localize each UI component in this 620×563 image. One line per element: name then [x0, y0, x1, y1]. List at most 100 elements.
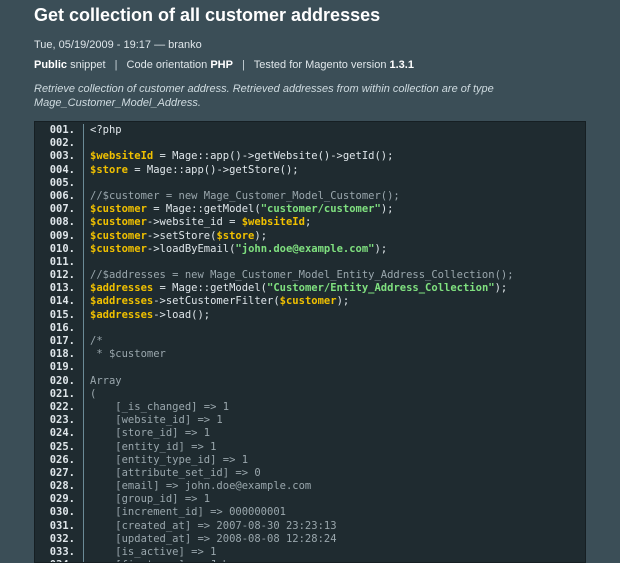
- code-text: $customer->loadByEmail("john.doe@example…: [90, 243, 387, 255]
- line-number: 011.: [35, 255, 84, 270]
- code-text: * $customer: [90, 348, 166, 360]
- code-line: 030. [increment_id] => 000000001: [35, 506, 585, 520]
- line-number: 002.: [35, 137, 84, 151]
- code-text: $customer = Mage::getModel("customer/cus…: [90, 203, 393, 215]
- code-token: = Mage::getModel(: [153, 282, 268, 295]
- line-number: 022.: [35, 400, 84, 415]
- code-token: );: [494, 282, 508, 295]
- code-token: (: [90, 387, 97, 400]
- line-number: 009.: [35, 229, 84, 243]
- code-token: ->setCustomerFilter(: [153, 295, 280, 308]
- code-token: [firstname] => John: [90, 559, 235, 562]
- code-token: ->loadByEmail(: [146, 242, 236, 255]
- code-text: [email] => john.doe@example.com: [90, 480, 311, 492]
- code-token: [created_at] => 2007-08-30 23:23:13: [90, 519, 337, 532]
- code-token: = Mage::getModel(: [146, 203, 261, 216]
- line-number: 004.: [35, 163, 84, 177]
- code-token: $addresses: [90, 308, 154, 321]
- code-token: ->load();: [153, 308, 211, 321]
- line-number: 010.: [35, 242, 84, 256]
- line-number: 015.: [35, 308, 84, 322]
- code-text: [updated_at] => 2008-08-08 12:28:24: [90, 532, 337, 545]
- code-line: 023. [website_id] => 1: [35, 414, 585, 428]
- line-number: 006.: [35, 189, 84, 204]
- snippet-description: Retrieve collection of customer address.…: [34, 83, 494, 109]
- code-text: (: [90, 388, 96, 400]
- tag-public[interactable]: Public: [34, 59, 67, 71]
- code-text: [entity_id] => 1: [90, 441, 216, 453]
- line-number: 025.: [35, 440, 84, 454]
- code-token: $store: [90, 163, 128, 176]
- code-token: $customer: [279, 295, 337, 308]
- code-token: = Mage::app()->getWebsite()->getId();: [153, 150, 394, 163]
- code-token: $websiteId: [241, 216, 305, 229]
- orientation-label: Code orientation: [126, 59, 208, 71]
- code-text: [_is_changed] => 1: [90, 401, 229, 413]
- code-line: 034. [firstname] => John: [35, 559, 585, 562]
- code-text: <?php: [90, 124, 122, 136]
- code-text: [attribute_set_id] => 0: [90, 466, 261, 479]
- line-number: 012.: [35, 269, 84, 283]
- code-text: //$addresses = new Mage_Customer_Model_E…: [90, 269, 514, 281]
- line-number: 029.: [35, 493, 84, 507]
- code-token: [increment_id] => 000000001: [90, 506, 286, 519]
- code-line: 005.: [35, 176, 585, 190]
- line-number: 014.: [35, 295, 84, 309]
- code-line: 021. (: [35, 387, 585, 401]
- code-token: [entity_type_id] => 1: [90, 453, 249, 466]
- tested-value[interactable]: 1.3.1: [390, 59, 414, 71]
- code-token: [attribute_set_id] => 0: [90, 466, 261, 479]
- code-text: Array: [90, 375, 122, 387]
- code-line: 012. //$addresses = new Mage_Customer_Mod…: [35, 269, 585, 283]
- line-number: 030.: [35, 506, 84, 520]
- code-token: <?php: [90, 124, 122, 136]
- code-line: 029. [group_id] => 1: [35, 493, 585, 507]
- code-text: $customer->website_id = $websiteId;: [90, 216, 311, 228]
- line-number: 026.: [35, 453, 84, 467]
- snippet-tags: Public snippet | Code orientation PHP | …: [34, 58, 590, 72]
- code-token: //$customer = new Mage_Customer_Model_Cu…: [90, 189, 400, 202]
- code-line: 010. $customer->loadByEmail("john.doe@exa…: [35, 242, 585, 256]
- code-token: Array: [90, 374, 122, 387]
- line-number: 020.: [35, 374, 84, 388]
- code-token: $websiteId: [90, 150, 154, 163]
- page-content: Get collection of all customer addresses…: [34, 0, 590, 110]
- code-token: [store_id] => 1: [90, 427, 211, 440]
- code-token: );: [336, 295, 350, 308]
- code-token: $customer: [90, 216, 147, 229]
- line-number: 027.: [35, 466, 84, 481]
- line-number: 034.: [35, 559, 84, 562]
- code-line: 032. [updated_at] => 2008-08-08 12:28:24: [35, 532, 585, 547]
- orientation-value[interactable]: PHP: [210, 59, 233, 71]
- tag-snippet: snippet: [70, 59, 106, 71]
- code-line: 022. [_is_changed] => 1: [35, 400, 585, 415]
- code-token: $customer: [90, 242, 147, 255]
- code-token: "john.doe@example.com": [235, 242, 375, 255]
- code-text: [firstname] => John: [90, 559, 235, 562]
- code-token: );: [254, 229, 268, 242]
- code-line: 026. [entity_type_id] => 1: [35, 453, 585, 467]
- code-text: //$customer = new Mage_Customer_Model_Cu…: [90, 190, 400, 202]
- code-line: 009. $customer->setStore($store);: [35, 229, 585, 243]
- code-line: 004. $store = Mage::app()->getStore();: [35, 163, 585, 177]
- code-lines: 001. <?php 002. 003. $websiteId = Mage::app(…: [35, 122, 585, 562]
- code-text: [created_at] => 2007-08-30 23:23:13: [90, 519, 337, 532]
- code-line: 002.: [35, 137, 585, 151]
- code-text: /*: [90, 335, 103, 347]
- code-line: 006. //$customer = new Mage_Customer_Mode…: [35, 189, 585, 204]
- code-line: 019.: [35, 361, 585, 375]
- separator: |: [242, 59, 245, 71]
- code-token: [updated_at] => 2008-08-08 12:28:24: [90, 532, 337, 545]
- code-text: $customer->setStore($store);: [90, 230, 267, 242]
- code-token: [is_active] => 1: [90, 546, 217, 558]
- line-number: 019.: [35, 361, 84, 375]
- code-block[interactable]: 001. <?php 002. 003. $websiteId = Mage::app(…: [34, 121, 586, 563]
- line-number: 024.: [35, 427, 84, 441]
- code-token: ->setStore(: [146, 229, 217, 242]
- code-token: $addresses: [90, 282, 154, 295]
- code-text: [increment_id] => 000000001: [90, 506, 286, 518]
- code-line: 025. [entity_id] => 1: [35, 440, 585, 454]
- code-text: $websiteId = Mage::app()->getWebsite()->…: [90, 150, 393, 162]
- code-text: [group_id] => 1: [90, 493, 210, 505]
- line-number: 016.: [35, 321, 84, 336]
